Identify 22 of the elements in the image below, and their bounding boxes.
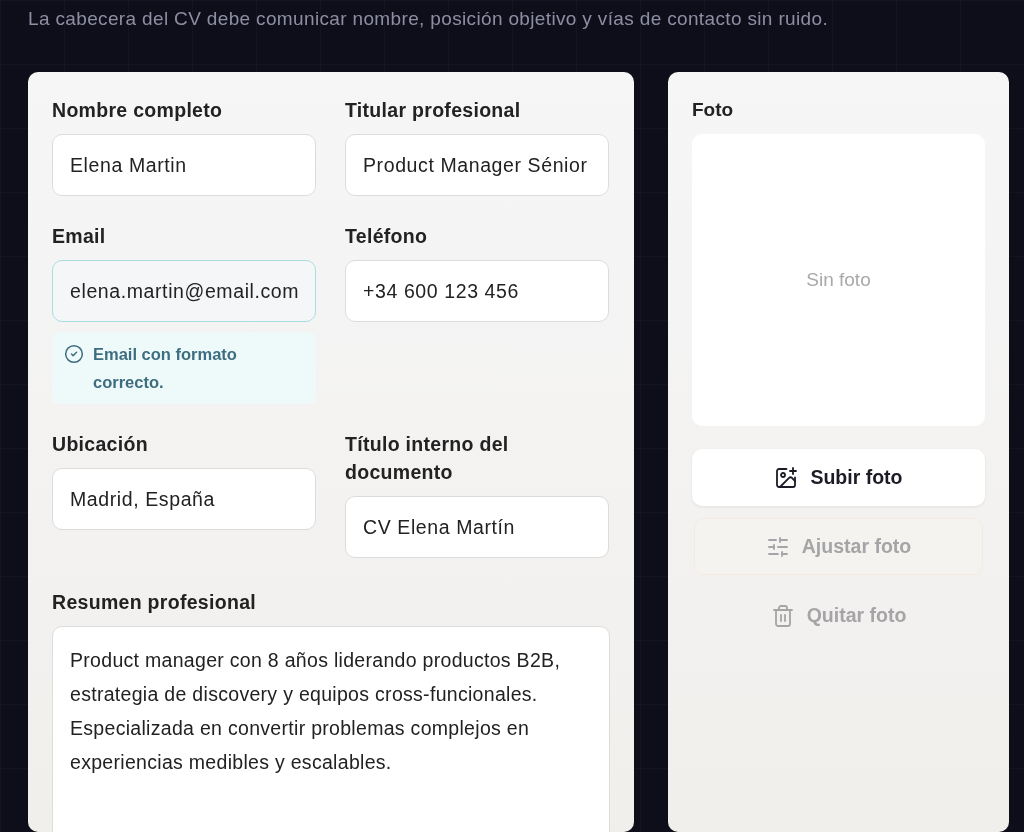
field-label: Resumen profesional [52,590,257,615]
field-label: Ubicación [52,432,149,457]
input-field[interactable]: Madrid, España [52,468,316,530]
intro-text: La cabecera del CV debe comunicar nombre, posición objetivo y vías de contacto sin ruido. [28,7,830,31]
field-label: Titular profesional [345,98,522,123]
sliders-icon [765,534,790,559]
input-field[interactable]: CV Elena Martín [345,496,609,558]
trash-icon [770,603,795,628]
input-field[interactable]: Elena Martin [52,134,316,196]
input-field[interactable]: elena.martin@email.com [52,260,316,322]
input-field[interactable]: +34 600 123 456 [345,260,609,322]
summary-field[interactable]: Product manager con 8 años liderando productos B2B, estrategia de discovery y equipos cross-funcionales. Especializada en convertir problemas complejos en experiencias medibles y escalables. [52,626,610,832]
field-label: Teléfono [345,224,429,249]
input-field[interactable]: Product Manager Sénior [345,134,609,196]
field-label: Título interno del documento [345,432,510,485]
check-circle-icon [64,344,84,364]
image-plus-icon [774,465,799,490]
field-label: Nombre completo [52,98,224,123]
photo-button[interactable]: Subir foto [692,449,985,506]
photo-label: Foto [692,98,735,122]
field-label: Email [52,224,107,249]
validation-text: Email con formato correcto. [93,344,238,393]
